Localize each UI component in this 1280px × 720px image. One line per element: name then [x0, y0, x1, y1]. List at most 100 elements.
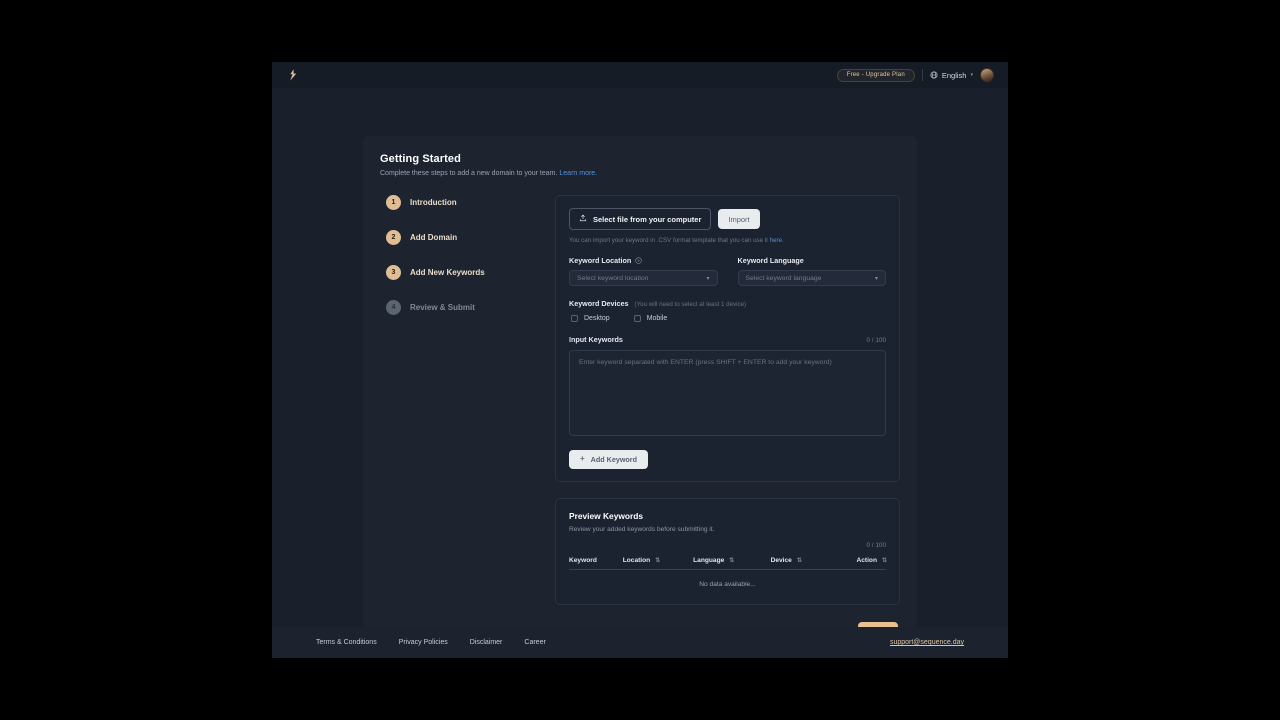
footer-link-career[interactable]: Career: [524, 639, 545, 646]
preview-keywords-panel: Preview Keywords Review your added keywo…: [555, 497, 900, 605]
column-label: Action: [856, 556, 877, 564]
chevron-down-icon: ▾: [970, 72, 973, 78]
device-checkbox-desktop[interactable]: Desktop: [571, 315, 610, 322]
checkbox-box: [571, 315, 578, 322]
step-item-review-submit[interactable]: 4 Review & Submit: [386, 300, 555, 315]
step-number: 1: [386, 195, 401, 210]
step-item-add-domain[interactable]: 2 Add Domain: [386, 230, 555, 245]
device-label: Desktop: [584, 315, 610, 322]
step-label: Add New Keywords: [410, 268, 485, 277]
csv-import-hint: You can import your keyword in .CSV form…: [569, 237, 886, 244]
column-label: Language: [693, 556, 725, 564]
preview-subtitle: Review your added keywords before submit…: [569, 525, 715, 533]
add-keyword-label: Add Keyword: [590, 454, 637, 464]
add-keyword-button[interactable]: + Add Keyword: [569, 449, 648, 469]
input-keywords-counter: 0 / 100: [866, 337, 886, 344]
support-email-link[interactable]: support@sequence.day: [890, 639, 964, 646]
step-item-add-new-keywords[interactable]: 3 Add New Keywords: [386, 265, 555, 280]
keyword-fields-grid: Keyword Location ? Select keyword locati…: [569, 256, 886, 286]
page-title: Getting Started: [380, 153, 461, 165]
step-label: Add Domain: [410, 233, 458, 242]
column-header-keyword[interactable]: Keyword: [569, 552, 623, 570]
sort-icon[interactable]: ⇅: [655, 557, 660, 564]
keyword-language-label: Keyword Language: [737, 256, 804, 265]
keyword-devices-label: Keyword Devices: [569, 299, 629, 308]
language-selector[interactable]: English ▾: [930, 71, 973, 80]
input-keywords-header: Input Keywords 0 / 100: [569, 335, 886, 344]
footer-link-terms[interactable]: Terms & Conditions: [316, 639, 377, 646]
page-body: Getting Started Complete these steps to …: [272, 88, 1008, 627]
preview-counter: 0 / 100: [866, 541, 886, 549]
globe-icon: [930, 71, 938, 79]
upgrade-plan-badge[interactable]: Free - Upgrade Plan: [836, 68, 915, 82]
svg-text:?: ?: [638, 258, 641, 263]
table-header-row: Keyword Location ⇅ Language ⇅ Device ⇅ A…: [569, 552, 887, 570]
getting-started-card: Getting Started Complete these steps to …: [363, 136, 917, 627]
column-header-location[interactable]: Location ⇅: [622, 552, 694, 570]
keyword-devices-checkboxes: Desktop Mobile: [569, 315, 886, 322]
chevron-down-icon: ▾: [874, 275, 878, 282]
keyword-language-placeholder: Select keyword language: [745, 274, 822, 282]
device-label: Mobile: [646, 315, 668, 322]
sort-icon[interactable]: ⇅: [797, 557, 802, 564]
language-label: English: [941, 70, 967, 80]
input-keywords-label: Input Keywords: [569, 335, 623, 344]
topbar-divider: [921, 69, 923, 81]
file-upload-row: Select file from your computer Import: [569, 208, 886, 230]
keyword-language-select[interactable]: Select keyword language ▾: [737, 270, 886, 286]
csv-hint-text: You can import your keyword in .CSV form…: [569, 237, 770, 244]
select-file-label: Select file from your computer: [593, 214, 702, 224]
sequence-logo[interactable]: [286, 68, 300, 82]
column-label: Device: [770, 556, 792, 564]
help-circle-icon[interactable]: ?: [635, 257, 642, 264]
page-subtitle: Complete these steps to add a new domain…: [380, 170, 900, 177]
column-header-action[interactable]: Action ⇅: [829, 552, 887, 570]
topbar-right-group: Free - Upgrade Plan English ▾: [836, 68, 994, 82]
steps-list: 1 Introduction 2 Add Domain 3 Add New Ke…: [380, 195, 555, 627]
checkbox-box: [633, 315, 641, 322]
keyword-form-column: Select file from your computer Import Yo…: [555, 195, 900, 627]
input-keywords-textarea[interactable]: Enter keyword separated with ENTER (pres…: [569, 350, 886, 436]
device-checkbox-mobile[interactable]: Mobile: [633, 315, 668, 322]
sort-icon[interactable]: ⇅: [729, 557, 734, 564]
step-number: 3: [386, 265, 401, 280]
column-label: Location: [622, 556, 651, 564]
page-footer: Terms & Conditions Privacy Policies Disc…: [272, 627, 1008, 658]
column-label: Keyword: [569, 556, 597, 564]
cancel-button[interactable]: Cancel: [823, 627, 845, 628]
keyword-location-select[interactable]: Select keyword location ▾: [569, 270, 718, 286]
next-button[interactable]: Next: [858, 621, 898, 627]
select-file-button[interactable]: Select file from your computer: [569, 208, 712, 230]
step-number: 4: [386, 300, 401, 315]
csv-template-link[interactable]: here: [770, 237, 782, 244]
keyword-location-field: Keyword Location ? Select keyword locati…: [569, 256, 718, 286]
keyword-language-field: Keyword Language Select keyword language…: [737, 256, 886, 286]
column-header-device[interactable]: Device ⇅: [770, 552, 829, 570]
column-header-language[interactable]: Language ⇅: [693, 552, 771, 570]
table-head: Keyword Location ⇅ Language ⇅ Device ⇅ A…: [569, 552, 887, 570]
app-viewport: Free - Upgrade Plan English ▾ Getting St…: [272, 62, 1008, 658]
preview-keywords-table: Keyword Location ⇅ Language ⇅ Device ⇅ A…: [569, 552, 887, 592]
keyword-location-label-row: Keyword Location ?: [569, 256, 718, 265]
upload-icon: [579, 214, 587, 224]
footer-link-privacy[interactable]: Privacy Policies: [399, 639, 448, 646]
sort-icon[interactable]: ⇅: [882, 557, 887, 564]
table-empty-message: No data available...: [699, 580, 756, 588]
keyword-location-placeholder: Select keyword location: [577, 274, 649, 282]
csv-hint-suffix: .: [782, 237, 784, 244]
footer-link-disclaimer[interactable]: Disclaimer: [470, 639, 503, 646]
input-keywords-placeholder: Enter keyword separated with ENTER (pres…: [579, 359, 832, 366]
step-label: Review & Submit: [410, 303, 475, 312]
footer-links: Terms & Conditions Privacy Policies Disc…: [316, 639, 546, 646]
page-subtitle-text: Complete these steps to add a new domain…: [380, 170, 558, 177]
table-body: No data available...: [569, 569, 886, 592]
import-button[interactable]: Import: [718, 209, 760, 229]
learn-more-link[interactable]: Learn more.: [559, 170, 597, 177]
top-navigation-bar: Free - Upgrade Plan English ▾: [272, 62, 1008, 88]
add-keywords-panel: Select file from your computer Import Yo…: [555, 195, 900, 482]
user-avatar[interactable]: [980, 68, 994, 82]
preview-title: Preview Keywords: [569, 510, 644, 521]
step-item-introduction[interactable]: 1 Introduction: [386, 195, 555, 210]
chevron-down-icon: ▾: [706, 275, 710, 282]
step-number: 2: [386, 230, 401, 245]
